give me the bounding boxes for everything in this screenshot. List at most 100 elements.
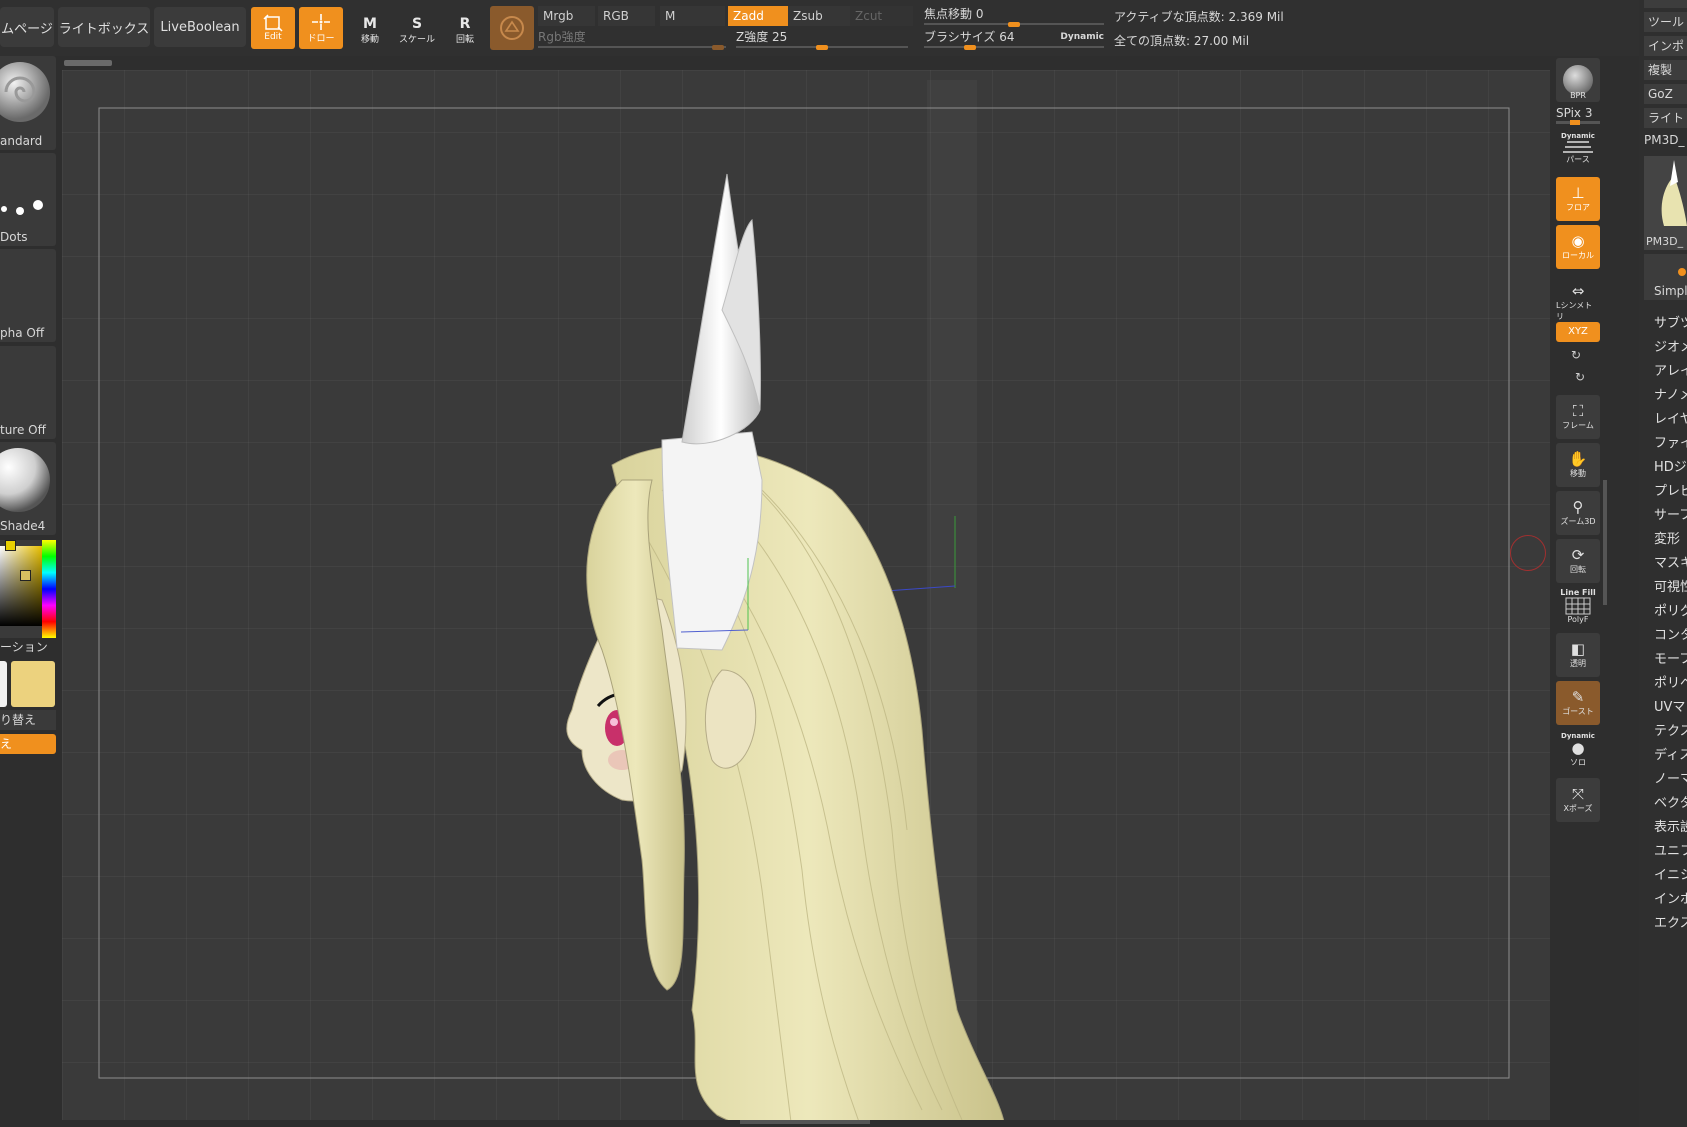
toolbar-scroll-handle[interactable] bbox=[64, 60, 112, 66]
menu-array[interactable]: アレイ bbox=[1654, 360, 1687, 380]
menu-vector-displacement[interactable]: ベクタ bbox=[1654, 792, 1687, 812]
rgb-button[interactable]: RGB bbox=[598, 6, 655, 26]
sculptris-button[interactable] bbox=[490, 6, 534, 50]
transparent-button[interactable]: ◧ 透明 bbox=[1556, 633, 1600, 677]
scale-button[interactable]: S スケール bbox=[397, 10, 437, 50]
menu-polypaint[interactable]: ポリペ bbox=[1654, 672, 1687, 692]
menu-initialize[interactable]: イニシ bbox=[1654, 864, 1687, 884]
xyz-button[interactable]: XYZ bbox=[1556, 322, 1600, 342]
menu-morph-target[interactable]: モーフ bbox=[1654, 648, 1687, 668]
zsub-button[interactable]: Zsub bbox=[788, 6, 851, 26]
simple-brush-thumbnail[interactable]: Simpl bbox=[1644, 254, 1687, 300]
hue-strip[interactable] bbox=[42, 540, 56, 638]
palette-top-button[interactable] bbox=[1644, 0, 1687, 8]
menu-display-properties[interactable]: 表示設 bbox=[1654, 816, 1687, 836]
switch-color-label: り替え bbox=[0, 713, 37, 727]
menu-visibility[interactable]: 可視性 bbox=[1654, 576, 1687, 596]
rotate-button[interactable]: R 回転 bbox=[445, 10, 485, 50]
current-tool-thumbnail[interactable]: PM3D_ bbox=[1644, 156, 1687, 250]
rotate-z-icon[interactable]: ↻ bbox=[1575, 370, 1585, 384]
floor-button[interactable]: ⊥ フロア bbox=[1556, 177, 1600, 221]
lsym-button[interactable]: ⇔ Lシンメトリ bbox=[1556, 280, 1600, 324]
menu-deformation[interactable]: 変形 bbox=[1654, 528, 1687, 548]
current-tool-name: PM3D_ bbox=[1644, 133, 1685, 147]
polyf-button[interactable]: Line Fill PolyF bbox=[1556, 584, 1600, 628]
move-view-button[interactable]: ✋ 移動 bbox=[1556, 443, 1600, 487]
local-button[interactable]: ◉ ローカル bbox=[1556, 225, 1600, 269]
menu-geometry[interactable]: ジオメ bbox=[1654, 336, 1687, 356]
clone-button[interactable]: 複製 bbox=[1644, 60, 1687, 80]
menu-nanomesh[interactable]: ナノメ bbox=[1654, 384, 1687, 404]
rgb-intensity-slider[interactable]: Rgb強度 bbox=[538, 28, 726, 50]
bottom-tray-handle[interactable] bbox=[740, 1120, 870, 1124]
m-button[interactable]: M bbox=[660, 6, 725, 26]
import-label: インポ bbox=[1648, 39, 1685, 53]
menu-import[interactable]: インポ bbox=[1654, 888, 1687, 908]
bpr-button[interactable]: BPR bbox=[1556, 58, 1600, 102]
goz-button[interactable]: GoZ bbox=[1644, 84, 1687, 104]
menu-fibermesh[interactable]: ファイ bbox=[1654, 432, 1687, 452]
alternate-button[interactable]: え bbox=[0, 734, 56, 754]
menu-unified-skin[interactable]: ユニフ bbox=[1654, 840, 1687, 860]
lightbox-button[interactable]: ライトボックス bbox=[58, 7, 150, 47]
zadd-button[interactable]: Zadd bbox=[728, 6, 791, 26]
rotate-y-icon[interactable]: ↻ bbox=[1571, 348, 1581, 362]
ghost-button[interactable]: ✎ ゴースト bbox=[1556, 681, 1600, 725]
home-page-button[interactable]: ムページ bbox=[0, 7, 54, 47]
draw-size-knob[interactable] bbox=[964, 45, 976, 50]
focal-shift-slider[interactable]: 焦点移動 0 bbox=[924, 5, 1104, 27]
main-color-swatch[interactable] bbox=[0, 661, 7, 707]
brush-slot[interactable]: andard bbox=[0, 56, 56, 150]
menu-polygroups[interactable]: ポリグ bbox=[1654, 600, 1687, 620]
liveboolean-button[interactable]: LiveBoolean bbox=[154, 7, 246, 47]
document-canvas[interactable] bbox=[62, 70, 1550, 1120]
menu-hd-geometry[interactable]: HDジオ bbox=[1654, 456, 1687, 476]
menu-subtool[interactable]: サブツ bbox=[1654, 312, 1687, 332]
material-slot[interactable]: Shade4 bbox=[0, 442, 56, 535]
menu-texture-map[interactable]: テクス bbox=[1654, 720, 1687, 740]
texture-label: ture Off bbox=[0, 423, 46, 437]
menu-uv-map[interactable]: UVマッ bbox=[1654, 696, 1687, 716]
solo-button[interactable]: Dynamic ● ソロ bbox=[1556, 728, 1600, 772]
simple-brush-label: Simpl bbox=[1654, 284, 1687, 298]
frame-button[interactable]: ⛶ フレーム bbox=[1556, 395, 1600, 439]
menu-surface[interactable]: サーフ bbox=[1654, 504, 1687, 524]
lightbox-tools-button[interactable]: ライト bbox=[1644, 108, 1687, 128]
rotate-view-button[interactable]: ⟳ 回転 bbox=[1556, 539, 1600, 583]
color-saturation-square[interactable] bbox=[0, 546, 42, 626]
xpose-button[interactable]: ⤧ Xポーズ bbox=[1556, 778, 1600, 822]
transparent-label: 透明 bbox=[1570, 659, 1586, 668]
secondary-color-swatch[interactable] bbox=[11, 661, 55, 707]
move-button[interactable]: M 移動 bbox=[350, 10, 390, 50]
draw-size-slider[interactable]: ブラシサイズ 64 Dynamic bbox=[924, 28, 1104, 50]
z-intensity-knob[interactable] bbox=[816, 45, 828, 50]
draw-button[interactable]: ドロー bbox=[299, 7, 343, 49]
color-picker[interactable] bbox=[0, 540, 56, 638]
primary-color-swatch-small[interactable] bbox=[5, 540, 16, 551]
edit-button[interactable]: Edit bbox=[251, 7, 295, 49]
menu-displacement-map[interactable]: ディス bbox=[1654, 744, 1687, 764]
tool-menu-button[interactable]: ツール bbox=[1644, 12, 1687, 32]
z-intensity-slider[interactable]: Z強度 25 bbox=[736, 28, 908, 50]
menu-normal-map[interactable]: ノーマ bbox=[1654, 768, 1687, 788]
menu-masking[interactable]: マスキ bbox=[1654, 552, 1687, 572]
focal-shift-knob[interactable] bbox=[1008, 22, 1020, 27]
dynamic-size-toggle[interactable]: Dynamic bbox=[1060, 28, 1104, 46]
import-button[interactable]: インポ bbox=[1644, 36, 1687, 56]
stroke-slot[interactable]: Dots bbox=[0, 153, 56, 246]
zoom3d-button[interactable]: ⚲ ズーム3D bbox=[1556, 491, 1600, 535]
switch-color-button[interactable]: り替え bbox=[0, 710, 56, 730]
texture-slot[interactable]: ture Off bbox=[0, 346, 56, 439]
mrgb-button[interactable]: Mrgb bbox=[538, 6, 595, 26]
alpha-slot[interactable]: pha Off bbox=[0, 249, 56, 342]
perspective-button[interactable]: Dynamic パース bbox=[1556, 126, 1600, 170]
menu-preview[interactable]: プレビ bbox=[1654, 480, 1687, 500]
menu-export[interactable]: エクス bbox=[1654, 912, 1687, 932]
color-cursor[interactable] bbox=[20, 570, 31, 581]
menu-layers[interactable]: レイヤ bbox=[1654, 408, 1687, 428]
rgb-intensity-knob[interactable] bbox=[712, 45, 724, 50]
palette-scrollbar[interactable] bbox=[1603, 480, 1607, 605]
spix-slider[interactable]: SPix 3 bbox=[1556, 106, 1600, 125]
menu-contact[interactable]: コンタ bbox=[1654, 624, 1687, 644]
spix-knob[interactable] bbox=[1570, 120, 1580, 125]
